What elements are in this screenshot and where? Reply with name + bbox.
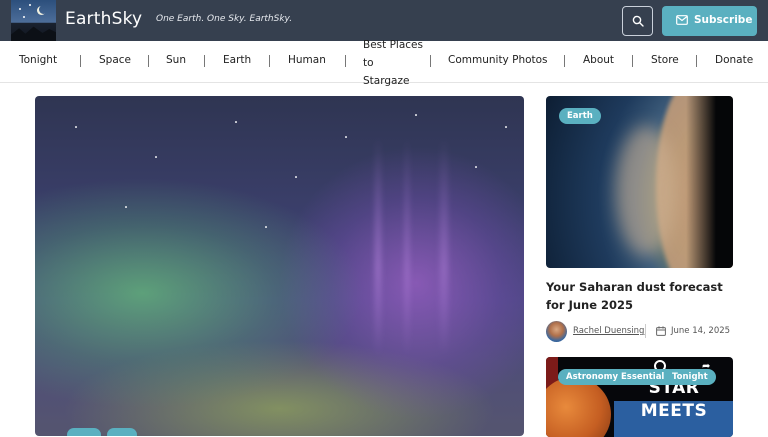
nav-item-tonight[interactable]: Tonight — [19, 54, 57, 66]
nav-separator — [564, 55, 565, 67]
star — [75, 126, 77, 128]
post-date: June 14, 2025 — [671, 326, 731, 336]
search-icon — [632, 15, 644, 27]
nav-separator — [204, 55, 205, 67]
nav-separator — [430, 55, 431, 67]
tag-earth[interactable]: Earth — [559, 108, 601, 124]
star — [265, 226, 267, 228]
site-tagline: One Earth. One Sky. EarthSky. — [156, 14, 293, 24]
aurora-streak — [405, 136, 409, 356]
star — [295, 176, 297, 178]
star — [475, 166, 477, 168]
nav-separator — [148, 55, 149, 67]
hero-category-tag[interactable] — [67, 428, 101, 436]
tag-tonight[interactable]: Tonight — [664, 369, 716, 385]
nav-item-about[interactable]: About — [583, 54, 614, 66]
nav-separator — [80, 55, 81, 67]
logo-star — [19, 8, 21, 10]
star — [345, 136, 347, 138]
nav-item-best-places[interactable]: Best Places to Stargaze — [363, 36, 423, 90]
logo-star — [23, 16, 25, 18]
aurora-streak — [440, 136, 448, 356]
site-logo[interactable] — [11, 0, 56, 41]
subscribe-button[interactable]: Subscribe — [662, 6, 757, 36]
calendar-icon — [656, 326, 666, 336]
nav-item-human[interactable]: Human — [288, 54, 326, 66]
hero-aurora-image[interactable] — [35, 96, 524, 436]
nav-separator — [696, 55, 697, 67]
nav-separator — [345, 55, 346, 67]
nav-item-community-photos[interactable]: Community Photos — [448, 54, 548, 66]
nav-item-earth[interactable]: Earth — [223, 54, 251, 66]
moon-icon — [39, 5, 48, 14]
star — [235, 121, 237, 123]
mountain-silhouette — [11, 26, 56, 41]
author-link[interactable]: Rachel Duensing — [573, 326, 644, 336]
star — [125, 206, 127, 208]
nav-item-space[interactable]: Space — [99, 54, 131, 66]
nav-item-store[interactable]: Store — [651, 54, 679, 66]
star — [415, 114, 417, 116]
nav-item-sun[interactable]: Sun — [166, 54, 186, 66]
earth-edge — [686, 96, 733, 268]
subscribe-label: Subscribe — [694, 14, 753, 26]
author-avatar[interactable] — [546, 321, 567, 342]
aurora-streak — [375, 136, 381, 356]
main-nav: Tonight Space Sun Earth Human Best Place… — [0, 39, 768, 87]
hero-category-tag[interactable] — [107, 428, 137, 436]
tag-astronomy-essentials[interactable]: Astronomy Essentials — [558, 369, 678, 385]
star — [505, 126, 507, 128]
nav-separator — [269, 55, 270, 67]
mail-icon — [676, 15, 688, 25]
nav-separator — [632, 55, 633, 67]
dust-plume — [616, 126, 676, 256]
planet-graphic — [546, 377, 611, 437]
meta-separator — [645, 324, 646, 338]
site-name[interactable]: EarthSky — [65, 9, 142, 29]
logo-star — [29, 4, 31, 6]
nav-item-donate[interactable]: Donate — [715, 54, 753, 66]
site-header: EarthSky One Earth. One Sky. EarthSky. S… — [0, 0, 768, 41]
star — [155, 156, 157, 158]
search-button[interactable] — [622, 6, 653, 36]
article-title[interactable]: Your Saharan dust forecast for June 2025 — [546, 278, 736, 314]
